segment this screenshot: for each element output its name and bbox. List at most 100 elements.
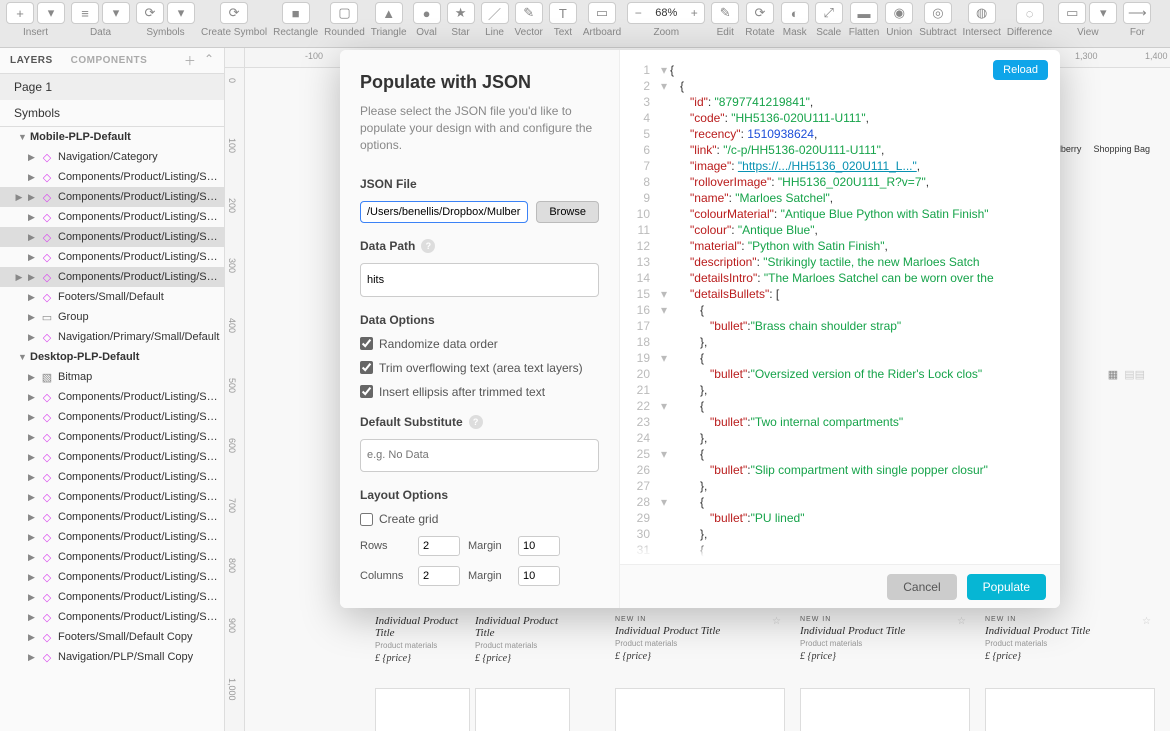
page-item[interactable]: Page 1 [0, 74, 224, 100]
layer-row[interactable]: ▶◇Components/Product/Listing/Small C… [0, 447, 224, 467]
page-item[interactable]: Symbols [0, 100, 224, 126]
difference-button[interactable]: ◌ [1016, 2, 1044, 24]
view-button[interactable]: ▾ [1089, 2, 1117, 24]
ellipsis-checkbox[interactable]: Insert ellipsis after trimmed text [360, 385, 599, 399]
json-file-input[interactable] [360, 201, 528, 223]
rotate-button[interactable]: ⟳ [746, 2, 774, 24]
mask-button[interactable]: ◐ [781, 2, 809, 24]
layer-row[interactable]: ▶◇Components/Product/Listing/Small C… [0, 407, 224, 427]
insert-button[interactable]: ▾ [37, 2, 65, 24]
for-button[interactable]: ⟶ [1123, 2, 1151, 24]
cancel-button[interactable]: Cancel [887, 574, 956, 600]
flatten-button[interactable]: ▬ [850, 2, 878, 24]
help-icon[interactable]: ? [469, 415, 483, 429]
artboard-button[interactable]: ▭ [588, 2, 616, 24]
line-button[interactable]: ／ [481, 2, 509, 24]
browse-button[interactable]: Browse [536, 201, 599, 223]
columns-input[interactable] [418, 566, 460, 586]
layer-type-icon: ◇ [40, 591, 54, 604]
text-button[interactable]: T [549, 2, 577, 24]
layer-row[interactable]: ▶◇Components/Product/Listing/Small C… [0, 467, 224, 487]
layer-row[interactable]: ▶◇Components/Product/Listing/Small C… [0, 567, 224, 587]
layer-type-icon: ◇ [40, 191, 54, 204]
star-button[interactable]: ★ [447, 2, 475, 24]
zoom-in-button[interactable]: + [684, 6, 704, 20]
columns-margin-input[interactable] [518, 566, 560, 586]
triangle-button[interactable]: ▲ [375, 2, 403, 24]
layer-row[interactable]: ▶◇Components/Product/Listing/Small C… [0, 587, 224, 607]
trim-checkbox[interactable]: Trim overflowing text (area text layers) [360, 361, 599, 375]
data-button[interactable]: ▾ [102, 2, 130, 24]
layer-type-icon: ▧ [40, 371, 54, 384]
rows-input[interactable] [418, 536, 460, 556]
layer-row[interactable]: ▶▶◇Components/Product/Listing/Small C… [0, 187, 224, 207]
layer-row[interactable]: ▶◇Components/Product/Listing/Small C… [0, 227, 224, 247]
help-icon[interactable]: ? [421, 239, 435, 253]
layer-row[interactable]: ▶◇Components/Product/Listing/Small C… [0, 387, 224, 407]
view-button[interactable]: ▭ [1058, 2, 1086, 24]
collapse-icon[interactable]: ⌃ [204, 52, 214, 69]
artboard-frame [375, 688, 470, 731]
artboard-row[interactable]: ▼Desktop-PLP-Default [0, 347, 224, 367]
design-topnav: Mulberry Shopping Bag [1046, 144, 1150, 154]
create-symbol-button[interactable]: ⟳ [220, 2, 248, 24]
layer-row[interactable]: ▶▭Group [0, 307, 224, 327]
data-button[interactable]: ≡ [71, 2, 99, 24]
edit-button[interactable]: ✎ [711, 2, 739, 24]
layer-type-icon: ◇ [40, 551, 54, 564]
layer-row[interactable]: ▶◇Navigation/Primary/Small/Default [0, 327, 224, 347]
add-page-icon[interactable]: ＋ [184, 52, 196, 69]
favorite-icon[interactable]: ☆ [957, 616, 966, 627]
list-icon[interactable]: ▤▤ [1124, 368, 1145, 381]
randomize-checkbox[interactable]: Randomize data order [360, 337, 599, 351]
populate-button[interactable]: Populate [967, 574, 1046, 600]
reload-button[interactable]: Reload [993, 60, 1048, 80]
layer-row[interactable]: ▶◇Components/Product/Listing/Small C… [0, 207, 224, 227]
tab-components[interactable]: COMPONENTS [71, 55, 148, 66]
product-card-mobile: Individual Product Title Product materia… [475, 613, 565, 664]
grid-icon[interactable]: ▦ [1108, 368, 1118, 381]
default-substitute-input[interactable] [360, 439, 599, 472]
layer-type-icon: ◇ [40, 431, 54, 444]
layer-row[interactable]: ▶◇Components/Product/Listing/Small C… [0, 427, 224, 447]
layer-row[interactable]: ▶◇Components/Product/Listing/Small C… [0, 487, 224, 507]
layer-type-icon: ◇ [40, 631, 54, 644]
scale-button[interactable]: ⤢ [815, 2, 843, 24]
vector-button[interactable]: ✎ [515, 2, 543, 24]
data-path-input[interactable] [360, 263, 599, 296]
favorite-icon[interactable]: ☆ [772, 616, 781, 627]
data-options-label: Data Options [360, 313, 599, 327]
rectangle-button[interactable]: ■ [282, 2, 310, 24]
layer-row[interactable]: ▶▶◇Components/Product/Listing/Small [0, 267, 224, 287]
layer-row[interactable]: ▶◇Footers/Small/Default [0, 287, 224, 307]
layer-row[interactable]: ▶◇Components/Product/Listing/Small C… [0, 527, 224, 547]
symbols-button[interactable]: ⟳ [136, 2, 164, 24]
favorite-icon[interactable]: ☆ [1142, 616, 1151, 627]
layer-type-icon: ◇ [40, 531, 54, 544]
tab-layers[interactable]: LAYERS [10, 55, 53, 66]
rounded-button[interactable]: ▢ [330, 2, 358, 24]
layer-row[interactable]: ▶▧Bitmap [0, 367, 224, 387]
layer-row[interactable]: ▶◇Components/Product/Listing/Small C… [0, 167, 224, 187]
layer-row[interactable]: ▶◇Navigation/PLP/Small Copy [0, 647, 224, 667]
layer-type-icon: ◇ [40, 411, 54, 424]
artboard-row[interactable]: ▼Mobile-PLP-Default [0, 127, 224, 147]
subtract-button[interactable]: ◎ [924, 2, 952, 24]
intersect-button[interactable]: ◍ [968, 2, 996, 24]
insert-button[interactable]: + [6, 2, 34, 24]
layer-row[interactable]: ▶◇Components/Product/Listing/Small C… [0, 507, 224, 527]
oval-button[interactable]: ● [413, 2, 441, 24]
populate-json-dialog: Populate with JSON Please select the JSO… [340, 50, 1060, 608]
layer-row[interactable]: ▶◇Components/Product/Listing/Small [0, 607, 224, 627]
artboard-frame [615, 688, 785, 731]
rows-margin-input[interactable] [518, 536, 560, 556]
layer-type-icon: ◇ [40, 251, 54, 264]
zoom-out-button[interactable]: − [628, 6, 648, 20]
layer-row[interactable]: ▶◇Components/Product/Listing/Small C… [0, 547, 224, 567]
create-grid-checkbox[interactable]: Create grid [360, 512, 599, 526]
layer-row[interactable]: ▶◇Components/Product/Listing/Small C… [0, 247, 224, 267]
layer-row[interactable]: ▶◇Navigation/Category [0, 147, 224, 167]
symbols-button[interactable]: ▾ [167, 2, 195, 24]
layer-row[interactable]: ▶◇Footers/Small/Default Copy [0, 627, 224, 647]
union-button[interactable]: ◉ [885, 2, 913, 24]
